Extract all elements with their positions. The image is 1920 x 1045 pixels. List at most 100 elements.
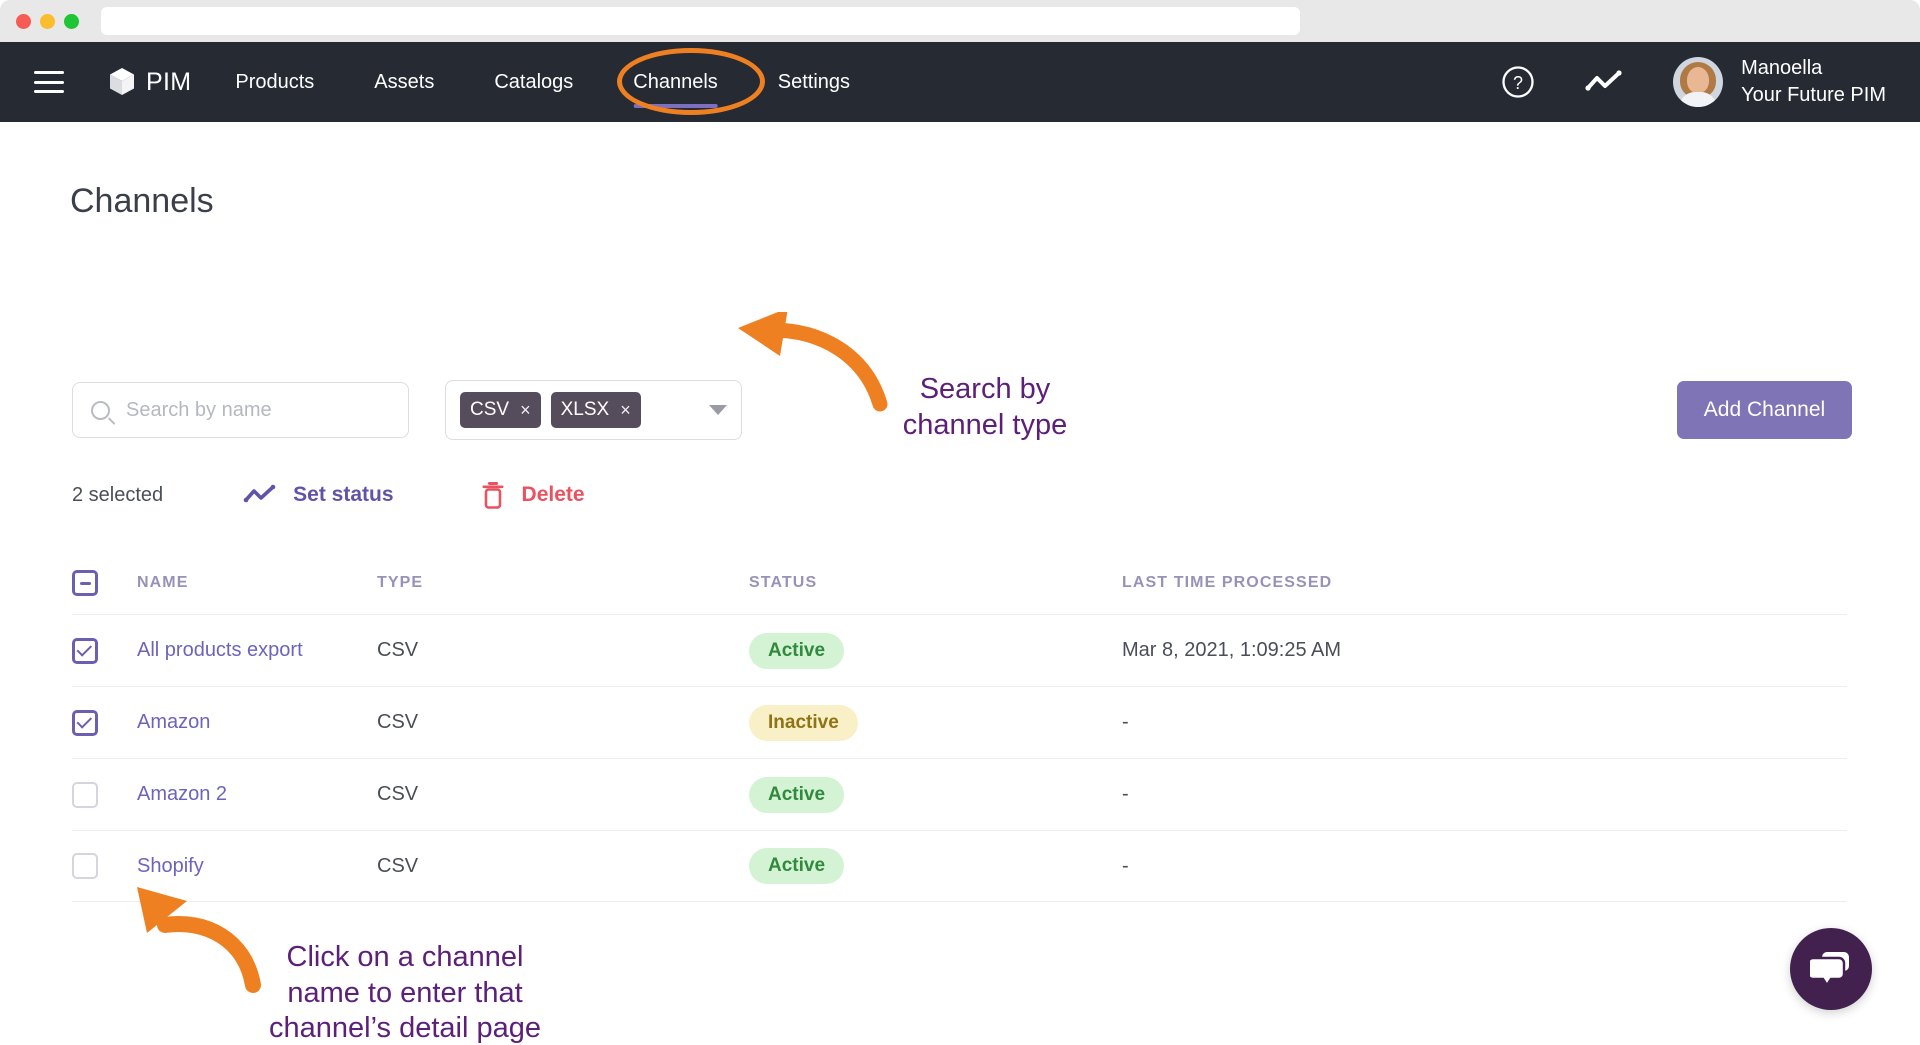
remove-chip-icon[interactable]: ×	[520, 400, 531, 421]
minimize-window-button[interactable]	[40, 13, 55, 29]
status-badge: Active	[749, 848, 845, 884]
search-input[interactable]: Search by name	[72, 382, 409, 438]
nav-active-underline	[633, 103, 718, 108]
channel-status-cell: Active	[749, 632, 1122, 669]
user-name: Manoella	[1741, 57, 1823, 79]
nav-label: Channels	[633, 70, 718, 93]
traffic-lights	[16, 13, 79, 29]
table-header-row: NAME TYPE STATUS LAST TIME PROCESSED	[72, 552, 1847, 614]
channel-status-cell: Active	[749, 776, 1122, 813]
browser-chrome	[0, 0, 1920, 42]
channel-name-link[interactable]: Amazon	[137, 711, 377, 734]
status-badge: Active	[749, 776, 845, 813]
table-row: Shopify CSV Active -	[72, 830, 1847, 902]
filter-chip-label: CSV	[470, 399, 510, 420]
help-button[interactable]: ?	[1501, 65, 1535, 99]
column-header-name[interactable]: NAME	[137, 574, 377, 592]
channel-last-time: Mar 8, 2021, 1:09:25 AM	[1122, 639, 1342, 661]
annotation-text-top: Search by channel type	[902, 373, 1068, 441]
selected-count-label: 2 selected	[72, 483, 164, 506]
nav-item-assets[interactable]: Assets	[374, 71, 434, 94]
row-select-cell	[72, 709, 137, 736]
nav-label: Products	[235, 70, 315, 93]
channels-table: NAME TYPE STATUS LAST TIME PROCESSED All…	[72, 552, 1847, 902]
nav-label: Settings	[777, 70, 851, 93]
column-header-last-time-processed[interactable]: LAST TIME PROCESSED	[1122, 574, 1847, 592]
select-all-cell	[72, 570, 137, 596]
avatar[interactable]	[1673, 57, 1724, 107]
app-window: PIM Products Assets Catalogs Channels Se…	[0, 0, 1920, 1045]
add-channel-button[interactable]: Add Channel	[1677, 381, 1852, 439]
channel-status-cell: Inactive	[749, 704, 1122, 741]
remove-chip-icon[interactable]: ×	[620, 400, 631, 421]
delete-button[interactable]: Delete	[480, 480, 585, 510]
status-badge: Inactive	[749, 704, 858, 741]
table-row: Amazon 2 CSV Active -	[72, 758, 1847, 830]
trend-line-icon	[243, 484, 277, 506]
hamburger-menu-icon[interactable]	[34, 71, 64, 93]
page-content: Channels Search by name CSV × XLSX × Add…	[0, 122, 1920, 1045]
table-row: All products export CSV Active Mar 8, 20…	[72, 614, 1847, 686]
activity-button[interactable]	[1585, 70, 1623, 94]
nav-items: Products Assets Catalogs Channels Settin…	[235, 70, 910, 108]
top-navigation-bar: PIM Products Assets Catalogs Channels Se…	[0, 42, 1920, 122]
user-org: Your Future PIM	[1741, 84, 1886, 106]
row-select-cell	[72, 853, 137, 879]
brand-logo[interactable]: PIM	[109, 67, 191, 97]
nav-item-catalogs[interactable]: Catalogs	[494, 71, 573, 94]
trend-line-icon	[1585, 70, 1622, 91]
row-select-cell	[72, 781, 137, 808]
maximize-window-button[interactable]	[64, 13, 79, 29]
table-row: Amazon CSV Inactive -	[72, 686, 1847, 758]
channel-type: CSV	[377, 783, 419, 805]
set-status-label: Set status	[293, 483, 394, 506]
nav-item-products[interactable]: Products	[235, 71, 314, 94]
chat-widget-button[interactable]	[1790, 928, 1872, 1010]
channel-status-cell: Active	[749, 848, 1122, 884]
row-checkbox[interactable]	[72, 637, 98, 664]
chevron-down-icon[interactable]	[709, 405, 727, 415]
page-title: Channels	[70, 182, 214, 220]
nav-label: Catalogs	[494, 70, 574, 93]
channel-type: CSV	[377, 854, 419, 877]
close-window-button[interactable]	[16, 13, 31, 29]
search-icon	[91, 400, 110, 420]
channel-last-time: -	[1122, 711, 1129, 733]
nav-item-settings[interactable]: Settings	[778, 71, 850, 94]
row-checkbox[interactable]	[72, 853, 98, 879]
channel-name-link[interactable]: All products export	[137, 639, 377, 662]
nav-label: Assets	[374, 70, 435, 93]
column-header-type[interactable]: TYPE	[377, 574, 749, 592]
cube-icon	[110, 68, 134, 95]
address-bar[interactable]	[101, 7, 1300, 35]
bulk-action-bar: 2 selected Set status Delete	[72, 480, 671, 510]
column-header-status[interactable]: STATUS	[749, 574, 1122, 592]
question-circle-icon: ?	[1502, 66, 1534, 98]
status-badge: Active	[749, 632, 845, 669]
channel-type: CSV	[377, 711, 419, 733]
select-all-checkbox[interactable]	[72, 570, 98, 596]
row-checkbox[interactable]	[72, 709, 98, 736]
channel-type: CSV	[377, 639, 419, 661]
nav-item-channels[interactable]: Channels	[633, 70, 718, 108]
type-filter-select[interactable]: CSV × XLSX ×	[445, 380, 742, 440]
channel-last-time: -	[1122, 854, 1129, 877]
filter-chip-label: XLSX	[560, 399, 610, 420]
channel-last-time: -	[1122, 783, 1129, 805]
chat-bubbles-icon	[1810, 952, 1849, 988]
channel-name-link[interactable]: Amazon 2	[137, 783, 377, 806]
annotation-arrow-top	[738, 312, 888, 412]
filter-chip-csv[interactable]: CSV ×	[460, 392, 541, 428]
set-status-button[interactable]: Set status	[243, 483, 394, 507]
trash-icon	[480, 480, 506, 510]
delete-label: Delete	[521, 483, 585, 506]
channel-name-link[interactable]: Shopify	[137, 855, 377, 878]
brand-label: PIM	[146, 67, 192, 96]
user-info[interactable]: Manoella Your Future PIM	[1741, 55, 1886, 109]
filter-chip-xlsx[interactable]: XLSX ×	[550, 392, 641, 428]
svg-text:?: ?	[1513, 73, 1523, 93]
row-select-cell	[72, 637, 137, 664]
search-placeholder: Search by name	[126, 398, 272, 421]
nav-right-cluster: ? Manoella Your Future PIM	[1501, 55, 1886, 109]
row-checkbox[interactable]	[72, 781, 98, 808]
